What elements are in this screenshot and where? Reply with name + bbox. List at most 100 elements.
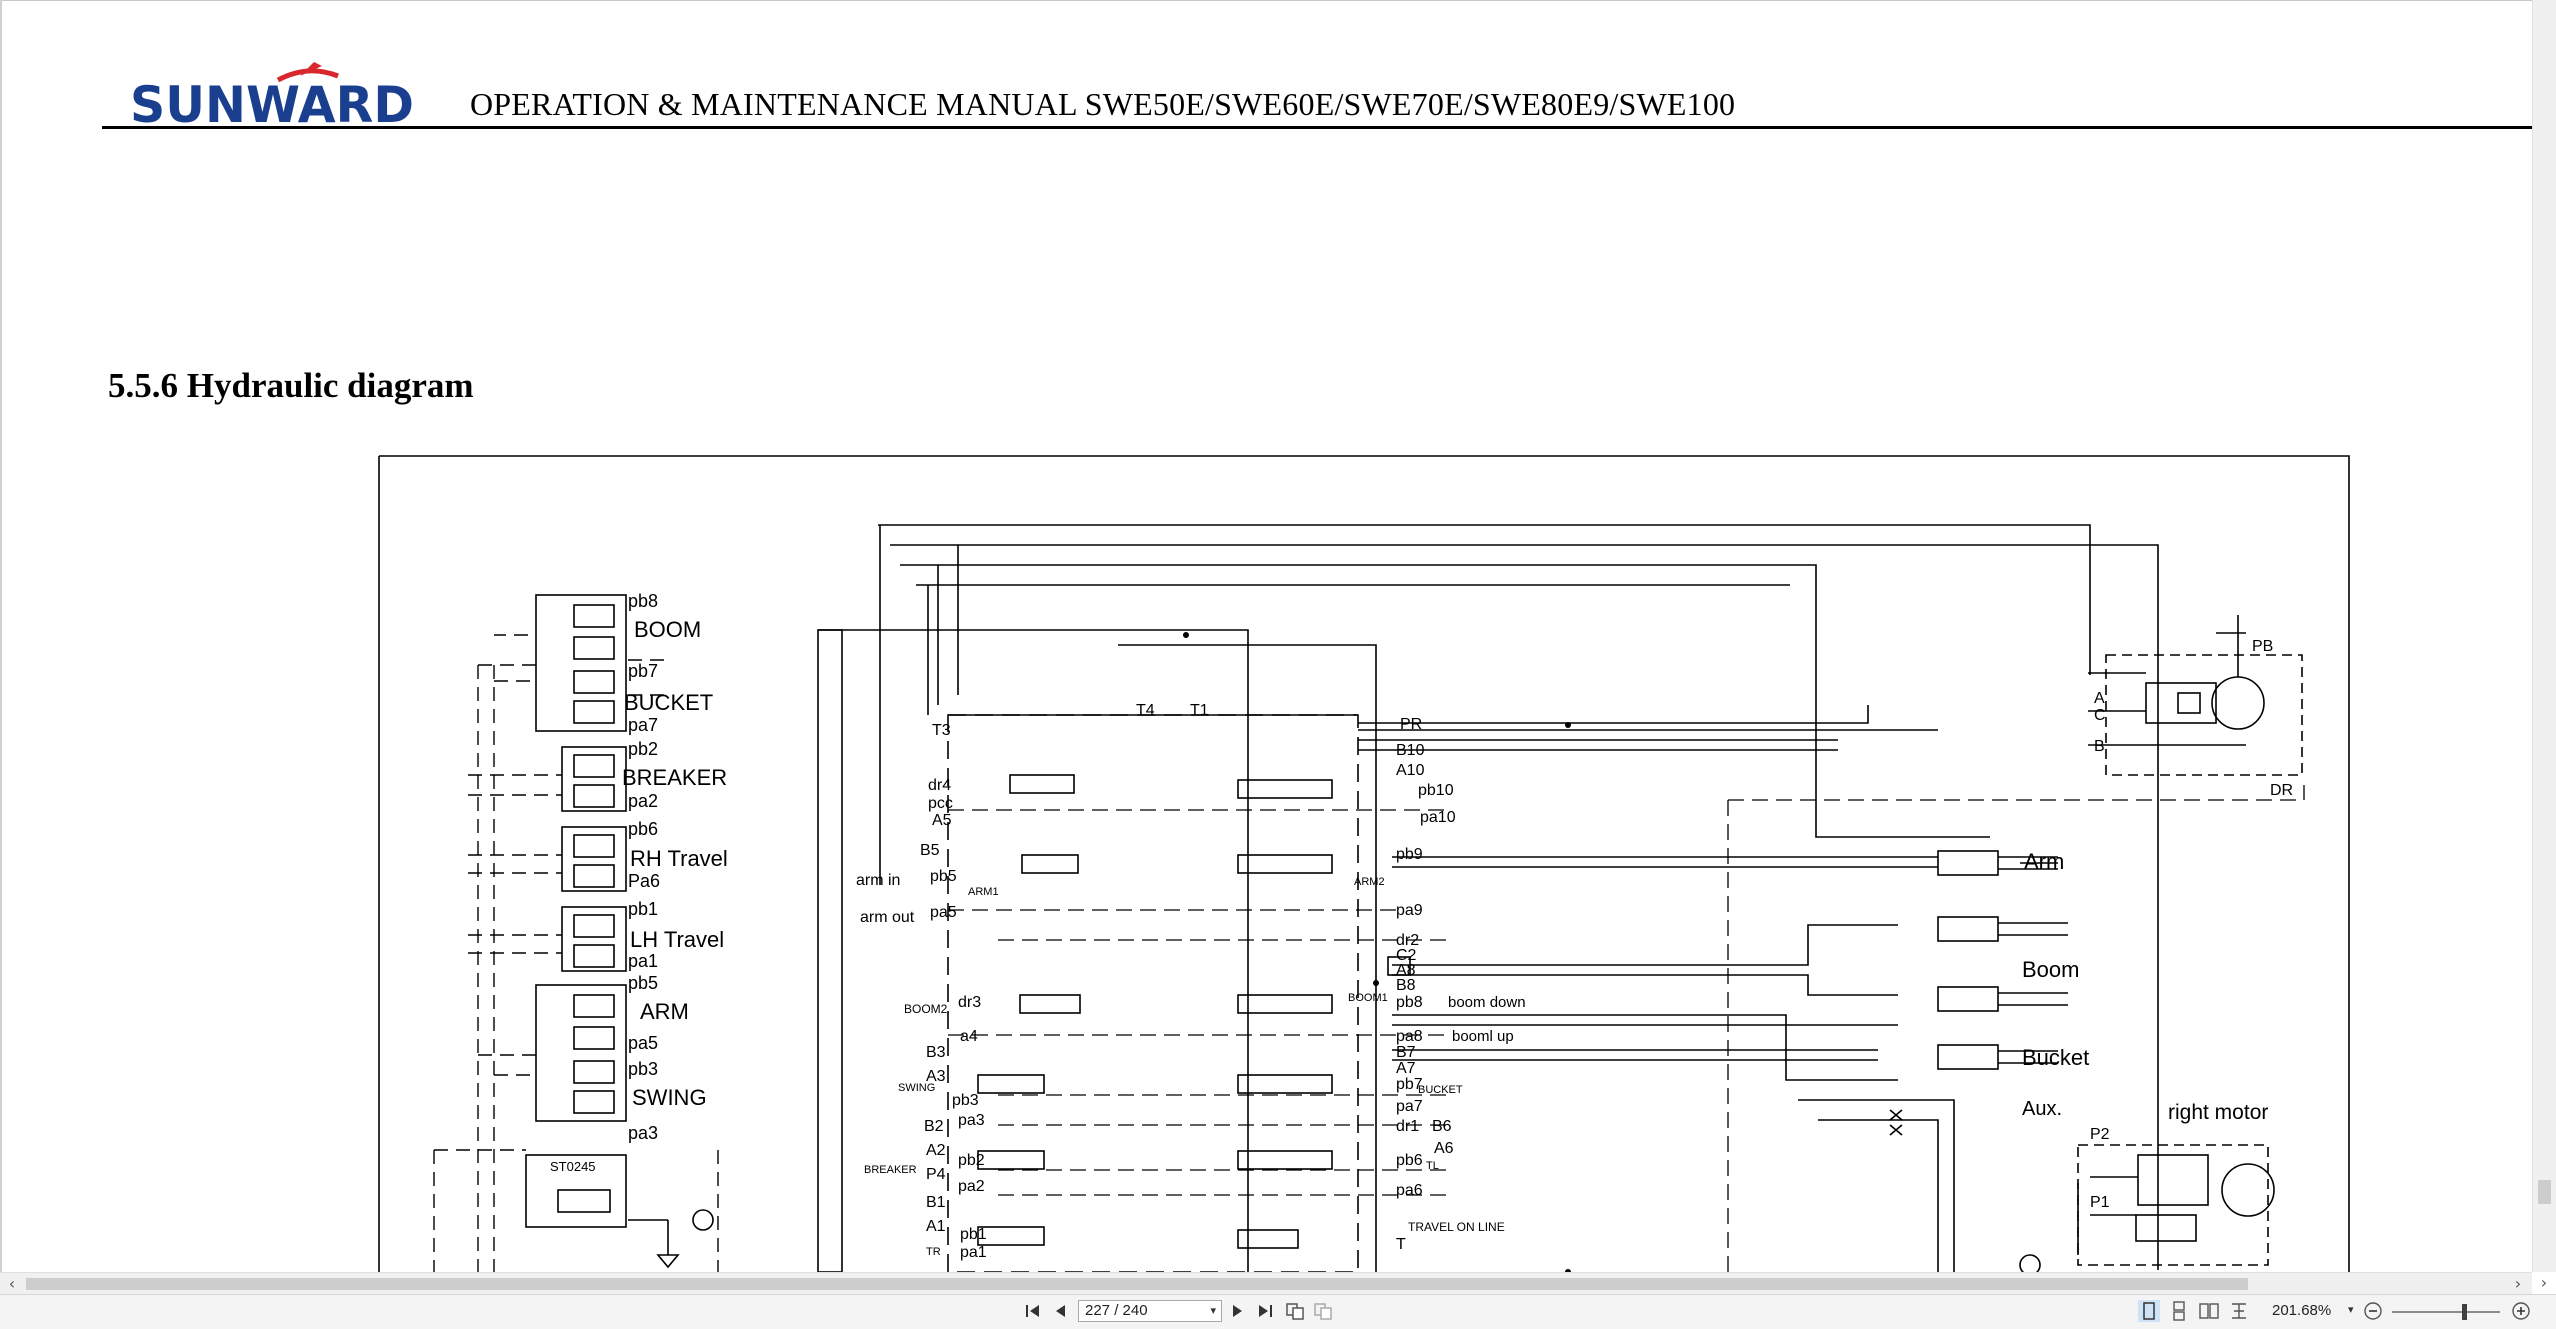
- page-number-input[interactable]: 227 / 240 ▾: [1078, 1300, 1222, 1322]
- label-bucket-cylinder: Bucket: [2022, 1045, 2089, 1070]
- section-tr: TR: [926, 1246, 941, 1258]
- section-heading: 5.5.6 Hydraulic diagram: [108, 366, 474, 405]
- horizontal-scrollbar-thumb[interactable]: [26, 1278, 2248, 1290]
- port-pa9: pa9: [1396, 902, 1423, 919]
- label-travel-on-line: TRAVEL ON LINE: [1408, 1220, 1505, 1234]
- next-page-icon[interactable]: [1226, 1300, 1248, 1322]
- port-t4: T4: [1136, 702, 1155, 719]
- label-pa5: pa5: [628, 1033, 658, 1053]
- valve-spools: [977, 774, 1411, 1249]
- facing-pages-view-icon[interactable]: [2198, 1300, 2220, 1322]
- section-bucket: BUCKET: [1418, 1084, 1463, 1096]
- continuous-view-icon[interactable]: [2168, 1300, 2190, 1322]
- port-a4: a4: [960, 1028, 978, 1045]
- port-arm-out: arm out: [860, 909, 915, 926]
- horizontal-scrollbar[interactable]: ‹ ›: [0, 1272, 2532, 1295]
- label-right-motor: right motor: [2168, 1101, 2268, 1124]
- port-pa7: pa7: [1396, 1098, 1423, 1115]
- page-top-edge: [0, 0, 2532, 1]
- port-t1: T1: [1190, 702, 1209, 719]
- single-page-view-icon[interactable]: [2138, 1300, 2160, 1322]
- swing-motor-symbol: [2211, 676, 2265, 730]
- section-boom2: BOOM2: [904, 1002, 948, 1016]
- section-boom1: BOOM1: [1348, 992, 1388, 1004]
- port-pa1: pa1: [960, 1244, 987, 1261]
- travel-port-p1: P1: [2090, 1194, 2110, 1211]
- port-pb3: pb3: [952, 1092, 979, 1109]
- travel-motor-symbol: [2221, 1163, 2275, 1217]
- vertical-scrollbar[interactable]: [2532, 0, 2556, 1272]
- zoom-out-icon[interactable]: [2362, 1300, 2384, 1322]
- port-pb2: pb2: [958, 1152, 985, 1169]
- first-page-icon[interactable]: [1022, 1300, 1044, 1322]
- previous-page-icon[interactable]: [1050, 1300, 1072, 1322]
- port-p4: P4: [926, 1166, 946, 1183]
- label-aux: Aux.: [2022, 1098, 2062, 1120]
- port-pb5: pb5: [930, 868, 957, 885]
- label-pa7: pa7: [628, 715, 658, 735]
- swing-port-a: A: [2094, 690, 2105, 707]
- port-pb1: pb1: [960, 1226, 987, 1243]
- port-dr3: dr3: [958, 994, 981, 1011]
- port-a7: A7: [1396, 1060, 1416, 1077]
- zoom-slider-thumb[interactable]: [2462, 1304, 2467, 1320]
- label-boom: BOOM: [634, 617, 701, 642]
- label-pa3: pa3: [628, 1123, 658, 1143]
- label-st0245: ST0245: [550, 1159, 596, 1174]
- pilot-rh-travel-box: [561, 826, 627, 892]
- scroll-left-arrow-icon[interactable]: ‹: [2, 1273, 22, 1295]
- zoom-level[interactable]: 201.68%: [2272, 1302, 2331, 1319]
- port-b6: B6: [1432, 1118, 1452, 1135]
- zoom-in-icon[interactable]: [2510, 1300, 2532, 1322]
- zoom-dropdown-caret-icon[interactable]: ▾: [2348, 1303, 2354, 1316]
- label-pb5: pb5: [628, 973, 658, 993]
- port-pa5: pa5: [930, 904, 957, 921]
- label-pb6: pb6: [628, 819, 658, 839]
- label-pa6: Pa6: [628, 871, 660, 891]
- pilot-lh-travel-box: [561, 906, 627, 972]
- vertical-scrollbar-thumb[interactable]: [2538, 1180, 2551, 1204]
- document-header-title: OPERATION & MAINTENANCE MANUAL SWE50E/SW…: [470, 86, 1736, 122]
- last-page-icon[interactable]: [1254, 1300, 1276, 1322]
- navigation-bar: 227 / 240 ▾ 201.68% ▾: [0, 1294, 2556, 1329]
- page-dropdown-caret-icon[interactable]: ▾: [1210, 1301, 1216, 1321]
- boom-cylinder-1: [1937, 916, 2068, 942]
- next-view-icon[interactable]: [1312, 1300, 1334, 1322]
- label-pb2: pb2: [628, 739, 658, 759]
- port-a5: A5: [932, 812, 952, 829]
- header-rule: [102, 126, 2532, 129]
- port-b1: B1: [926, 1194, 946, 1211]
- page-left-edge: [0, 0, 2, 1272]
- label-bucket: BUCKET: [624, 690, 713, 715]
- port-pa8: pa8: [1396, 1028, 1423, 1045]
- pilot-boom-bucket-box: [535, 594, 627, 732]
- hydraulic-diagram: pb8 BOOM pb7 BUCKET pa7 pb2 BREAKER pa2 …: [378, 455, 2350, 1272]
- label-rh-travel: RH Travel: [630, 846, 728, 871]
- port-b10: B10: [1396, 742, 1425, 759]
- port-dr4: dr4: [928, 777, 951, 794]
- scroll-down-arrow-icon[interactable]: ›: [2532, 1272, 2556, 1294]
- label-pa2: pa2: [628, 791, 658, 811]
- port-b3: B3: [926, 1044, 946, 1061]
- label-pb1: pb1: [628, 899, 658, 919]
- label-arm: ARM: [640, 999, 689, 1024]
- port-a2: A2: [926, 1142, 946, 1159]
- port-t: T: [1396, 1236, 1406, 1253]
- section-tl: TL: [1426, 1160, 1439, 1172]
- port-b5: B5: [920, 842, 940, 859]
- previous-view-icon[interactable]: [1284, 1300, 1306, 1322]
- label-lh-travel: LH Travel: [630, 927, 724, 952]
- zoom-slider-track[interactable]: [2392, 1311, 2500, 1313]
- label-breaker: BREAKER: [622, 765, 727, 790]
- scroll-right-arrow-icon[interactable]: ›: [2508, 1273, 2528, 1295]
- page-indicator: 227 / 240: [1085, 1302, 1148, 1319]
- pilot-arm-swing-box: [535, 984, 627, 1122]
- port-b8: B8: [1396, 977, 1416, 994]
- port-pa3: pa3: [958, 1112, 985, 1129]
- port-a10: A10: [1396, 762, 1425, 779]
- port-b2: B2: [924, 1118, 944, 1135]
- port-arm-in: arm in: [856, 872, 900, 889]
- port-pcc: pcc: [928, 795, 953, 812]
- split-view-icon[interactable]: [2228, 1300, 2250, 1322]
- port-pr: PR: [1400, 716, 1422, 733]
